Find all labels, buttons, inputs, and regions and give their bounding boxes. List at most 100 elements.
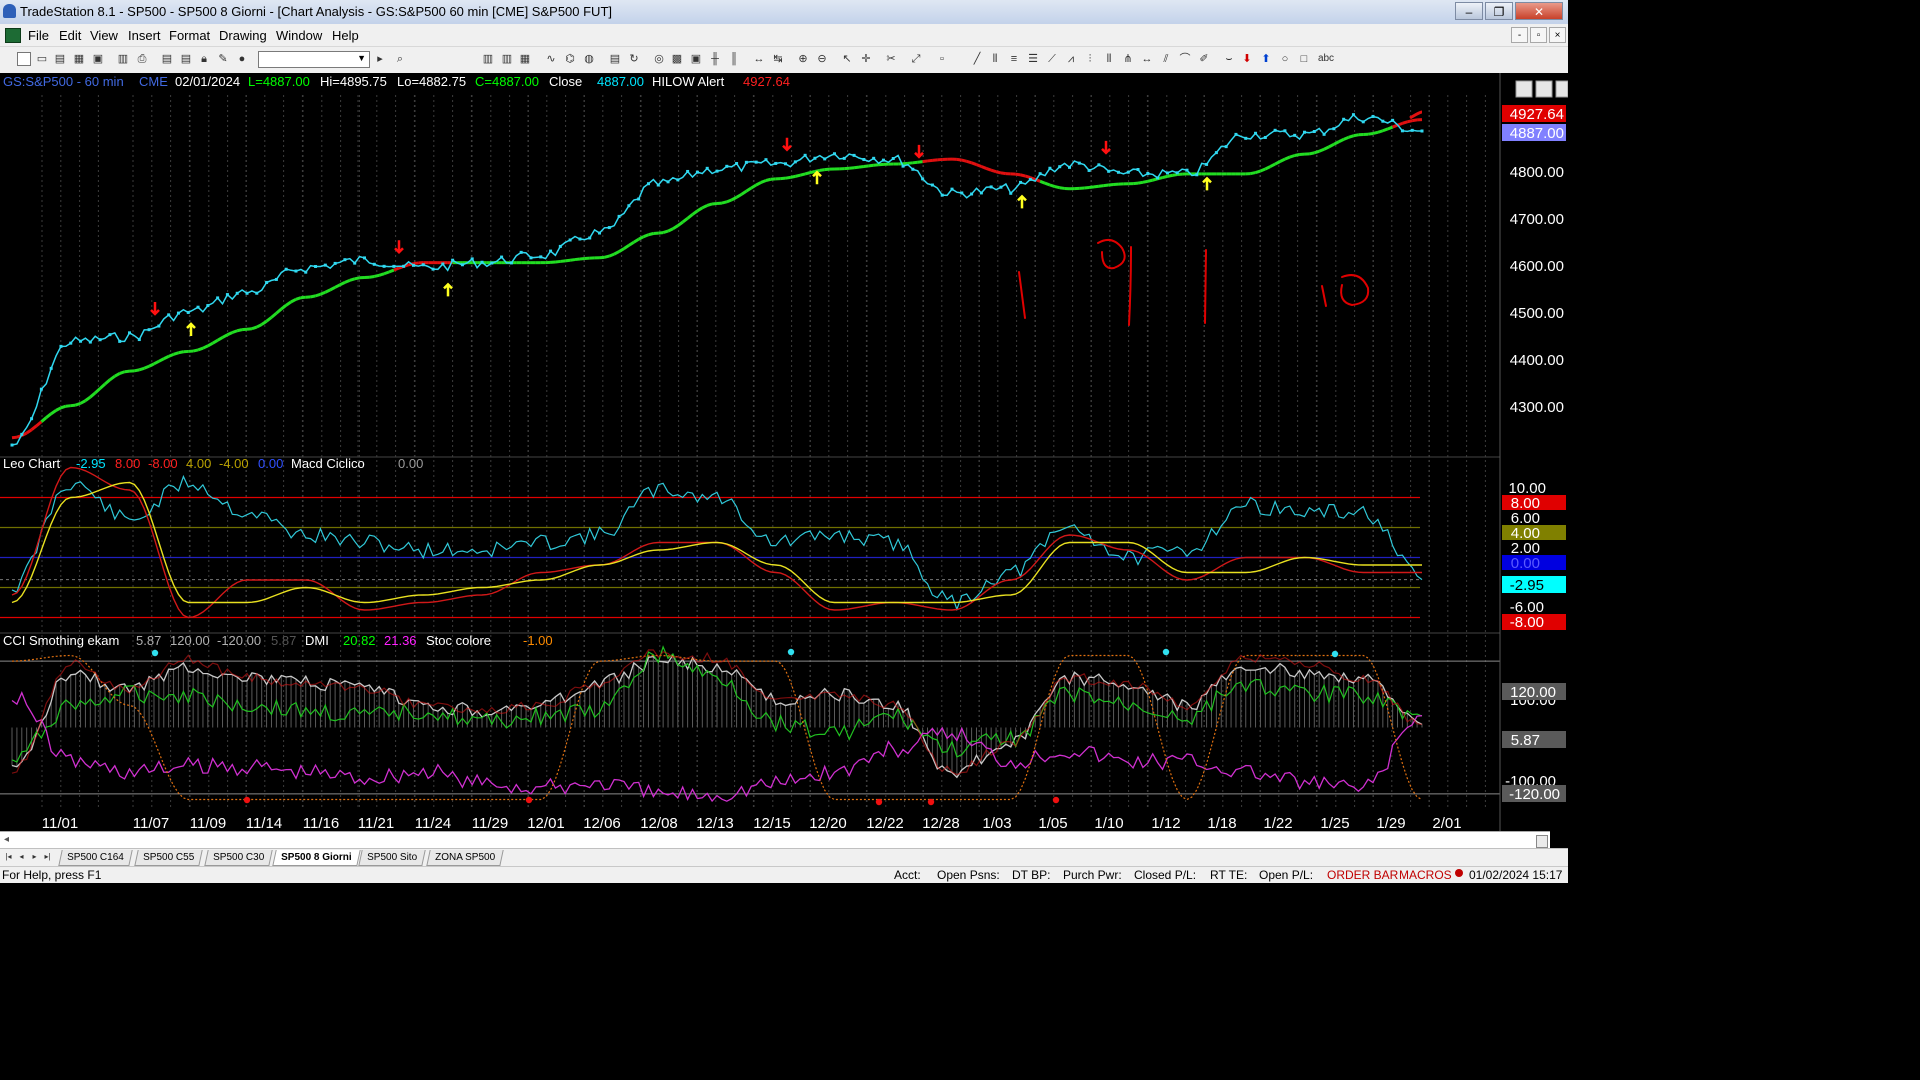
save-icon[interactable]: ▣ [91, 52, 105, 66]
price-bar [803, 153, 807, 157]
bar-icon[interactable]: ║ [727, 52, 741, 66]
candle-icon[interactable]: ╫ [708, 52, 722, 66]
strategy-icon[interactable]: ⌬ [563, 52, 577, 66]
menu-view[interactable]: View [90, 28, 118, 43]
text-tool-icon[interactable]: abc [1316, 52, 1336, 66]
new-workspace-icon[interactable]: ▦ [72, 52, 86, 66]
paint-icon[interactable]: ✎ [216, 52, 230, 66]
tab-sp500-c164[interactable]: SP500 C164 [58, 850, 133, 866]
chart-horizontal-scrollbar[interactable]: ◂ [0, 831, 1550, 849]
new-icon[interactable] [17, 52, 31, 66]
go-arrow-icon[interactable]: ▸ [373, 52, 387, 66]
tile-icon[interactable]: ▤ [179, 52, 193, 66]
gann-fan-icon[interactable]: ⩘ [1064, 52, 1078, 66]
refresh-icon[interactable]: ↻ [627, 52, 641, 66]
print-preview-icon[interactable]: ▥ [116, 52, 130, 66]
subwindow-restore-button[interactable] [1535, 80, 1553, 98]
analysis-icon[interactable]: ◍ [582, 52, 596, 66]
zoom-out-icon[interactable]: ⊖ [815, 52, 829, 66]
tools-icon[interactable]: ✂ [884, 52, 898, 66]
restore-button[interactable]: ❐ [1485, 2, 1513, 20]
chart-area[interactable]: GS:S&P500 - 60 min CME 02/01/2024 L=4887… [0, 73, 1568, 831]
symbol-combo[interactable]: ▼ [258, 51, 370, 68]
trendline-toolbar-icon[interactable]: ⤢ [909, 52, 923, 66]
tab-sp500-8-giorni[interactable]: SP500 8 Giorni [272, 850, 361, 866]
pointer-icon[interactable]: ↖ [840, 52, 854, 66]
arrow-up-icon[interactable]: ⬆ [1259, 52, 1273, 66]
mdi-minimize-button[interactable]: - [1511, 27, 1528, 43]
open-workspace-icon[interactable]: ▤ [53, 52, 67, 66]
symbol-lookup-icon[interactable]: ⌕ [393, 52, 407, 66]
cascade-icon[interactable]: ▤ [160, 52, 174, 66]
menu-window[interactable]: Window [276, 28, 322, 43]
order-bar-button[interactable]: ORDER BAR [1327, 868, 1398, 882]
freehand-icon[interactable]: ✐ [1197, 52, 1211, 66]
mdi-restore-button[interactable]: ▫ [1530, 27, 1547, 43]
arrow-down-icon[interactable]: ⬇ [1240, 52, 1254, 66]
indicator-icon[interactable]: ∿ [544, 52, 558, 66]
minimize-button[interactable]: – [1455, 2, 1483, 20]
cycle-lines-icon[interactable]: ⦀ [1102, 52, 1116, 66]
fib-time-icon[interactable]: ⫶ [1083, 52, 1097, 66]
price-bar [1087, 168, 1091, 172]
price-bar [1254, 131, 1258, 135]
bar-chart-icon[interactable]: ▥ [481, 52, 495, 66]
scroll-left-icon[interactable]: ◂ [4, 834, 9, 845]
print-icon[interactable]: ⎙ [135, 52, 149, 66]
disabled-icon[interactable]: ▫ [935, 52, 949, 66]
price-bar [1381, 119, 1385, 123]
mdi-close-button[interactable]: × [1549, 27, 1566, 43]
chart-window-toolbar-icon[interactable]: ▣ [689, 52, 703, 66]
horizontal-lines-icon[interactable]: ≡ [1007, 52, 1021, 66]
moving-average-segment [310, 294, 316, 299]
open-icon[interactable]: ▭ [35, 52, 49, 66]
macros-button[interactable]: MACROS [1399, 868, 1452, 882]
scroll-thumb[interactable] [1536, 835, 1548, 848]
format-icon[interactable]: ▤ [608, 52, 622, 66]
price-bar [1312, 130, 1316, 134]
tab-zona-sp500[interactable]: ZONA SP500 [426, 850, 504, 866]
menu-format[interactable]: Format [169, 28, 210, 43]
compress-bars-icon[interactable]: ↹ [771, 52, 785, 66]
lock-icon[interactable]: 🔒︎ [197, 52, 211, 66]
data-window-icon[interactable]: ▦ [518, 52, 532, 66]
ellipse-icon[interactable]: ○ [1278, 52, 1292, 66]
fibonacci-icon[interactable]: ☰ [1026, 52, 1040, 66]
menu-drawing[interactable]: Drawing [219, 28, 267, 43]
menu-file[interactable]: File [28, 28, 49, 43]
cci-tag-120-text: 120.00 [1510, 684, 1556, 701]
matrix-icon[interactable]: ▩ [670, 52, 684, 66]
tab-first-icon[interactable]: |◂ [3, 851, 14, 863]
tab-sp500-sito[interactable]: SP500 Sito [358, 850, 426, 866]
globe-icon[interactable]: ● [235, 52, 249, 66]
vertical-lines-icon[interactable]: ⦀ [988, 52, 1002, 66]
radar-icon[interactable]: ◎ [652, 52, 666, 66]
rectangle-icon[interactable]: □ [1297, 52, 1311, 66]
arc-icon[interactable]: ⌒ [1178, 52, 1192, 66]
tab-sp500-c55[interactable]: SP500 C55 [134, 850, 203, 866]
price-bar [118, 339, 122, 343]
tab-sp500-c30[interactable]: SP500 C30 [204, 850, 273, 866]
arrow-line-icon[interactable]: ↔ [1140, 52, 1154, 66]
menu-help[interactable]: Help [332, 28, 359, 43]
price-bar [921, 177, 925, 181]
tab-last-icon[interactable]: ▸| [42, 851, 53, 863]
tab-prev-icon[interactable]: ◂ [16, 851, 27, 863]
chart-window-icon[interactable] [5, 28, 21, 43]
subwindow-close-button[interactable] [1555, 80, 1568, 98]
zoom-in-icon[interactable]: ⊕ [796, 52, 810, 66]
curve-icon[interactable]: ⌣ [1222, 52, 1236, 66]
expand-bars-icon[interactable]: ↔ [752, 52, 766, 66]
speed-lines-icon[interactable]: ⟋ [1045, 52, 1059, 66]
tab-next-icon[interactable]: ▸ [29, 851, 40, 863]
chart-style-icon[interactable]: ▥ [500, 52, 514, 66]
crosshair-icon[interactable]: ✛ [859, 52, 873, 66]
channel-icon[interactable]: ⫽ [1159, 52, 1173, 66]
menu-insert[interactable]: Insert [128, 28, 161, 43]
trendline-icon[interactable]: ╱ [970, 52, 984, 66]
andrews-pitchfork-icon[interactable]: ⋔ [1121, 52, 1135, 66]
moving-average-segment [339, 281, 346, 287]
close-button[interactable]: ✕ [1515, 2, 1563, 20]
menu-edit[interactable]: Edit [59, 28, 81, 43]
subwindow-minimize-button[interactable] [1515, 80, 1533, 98]
